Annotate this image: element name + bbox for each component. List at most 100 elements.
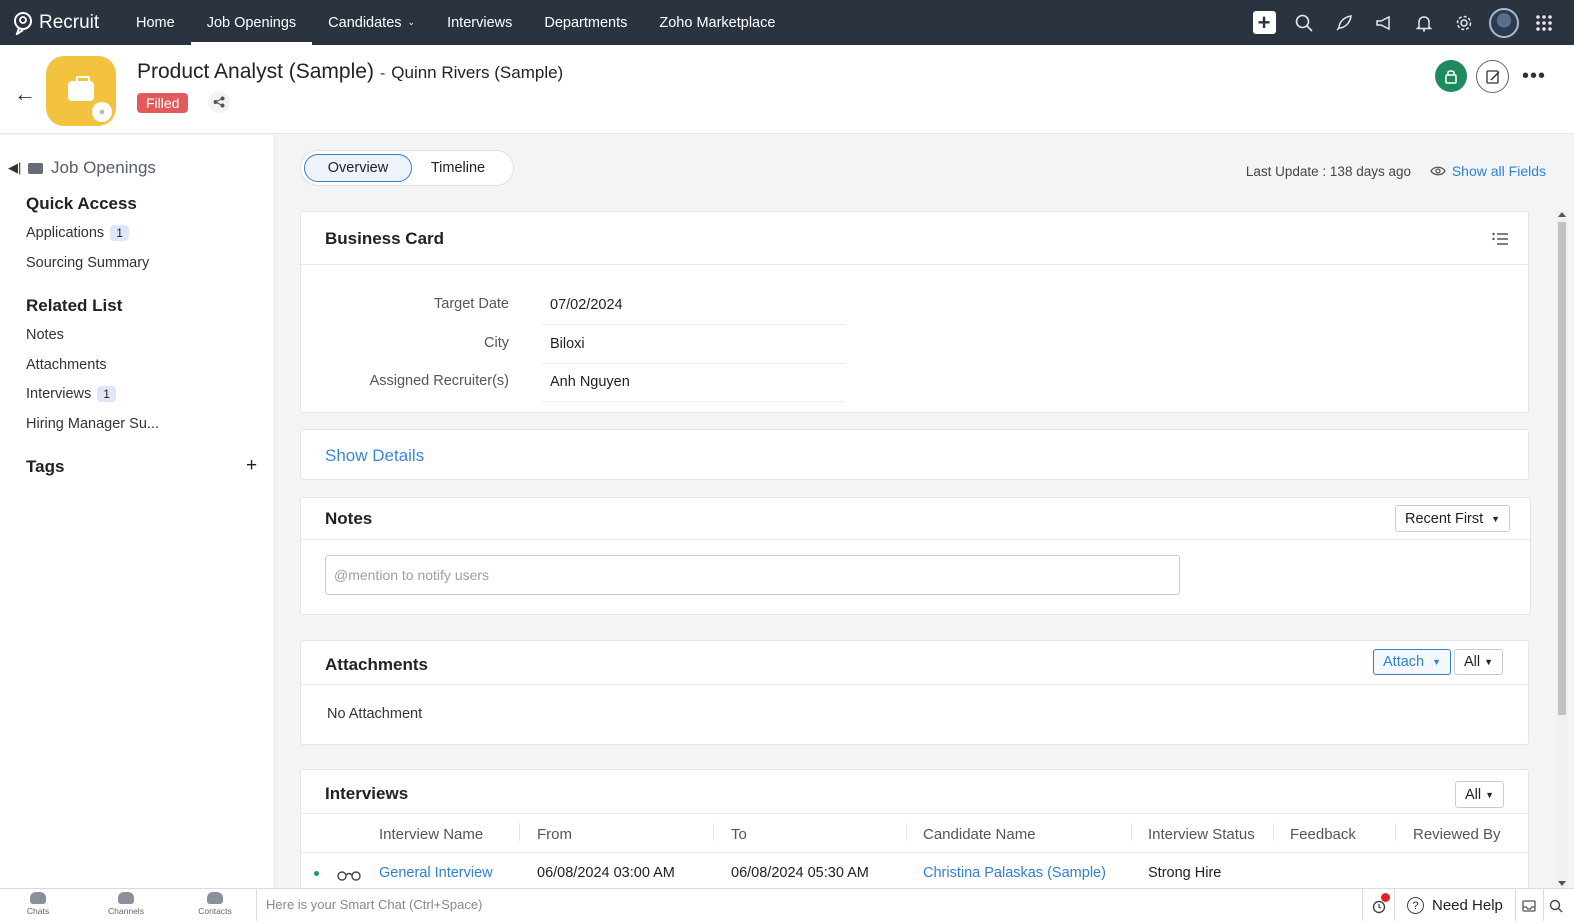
notification-bell-button[interactable] [1363,889,1395,921]
collapse-sidebar-icon[interactable]: ◀| [8,160,21,176]
sidebar-item-applications[interactable]: Applications 1 [26,225,129,241]
column-header-reviewed-by[interactable]: Reviewed By [1413,826,1501,843]
contacts-button[interactable]: Contacts [185,892,245,916]
nav-candidates-label: Candidates [328,14,402,31]
brand-logo[interactable]: Recruit [0,11,120,35]
contacts-icon [207,892,223,904]
channels-icon [118,892,134,904]
last-update-text: Last Update : 138 days ago [1245,164,1411,179]
nav-home[interactable]: Home [120,0,191,45]
sidebar-item-notes[interactable]: Notes [26,327,64,343]
tab-timeline[interactable]: Timeline [412,154,504,182]
nav-zoho-marketplace[interactable]: Zoho Marketplace [643,0,791,45]
sidebar-item-attachments[interactable]: Attachments [26,357,107,373]
field-underline [542,401,846,402]
sidebar-module[interactable]: Job Openings [28,158,156,178]
help-icon: ? [1407,897,1424,914]
top-nav: Recruit Home Job Openings Candidates ⌄ In… [0,0,1574,45]
notes-sort-label: Recent First [1405,510,1484,527]
interviews-filter-select[interactable]: All ▼ [1455,781,1505,808]
notes-card: Notes Recent First ▼ [300,497,1531,615]
notes-input[interactable] [325,555,1180,595]
search-messages-button[interactable] [1544,889,1568,921]
megaphone-icon[interactable] [1364,0,1404,45]
column-divider [519,823,520,841]
field-value[interactable]: Biloxi [550,336,585,352]
nav-departments[interactable]: Departments [528,0,643,45]
lock-icon [1445,70,1457,84]
edit-button[interactable] [1476,60,1509,93]
recruit-logo-icon [14,11,32,35]
business-card-title: Business Card [325,229,445,248]
job-title: Product Analyst (Sample) [137,60,374,83]
scroll-down-arrow[interactable] [1558,881,1566,886]
column-header-interview-status[interactable]: Interview Status [1148,826,1255,843]
vertical-scrollbar[interactable] [1556,210,1568,888]
nav-home-label: Home [136,14,175,31]
quick-access-heading: Quick Access [26,194,137,213]
interview-name-link[interactable]: General Interview [379,865,493,881]
sidebar: ◀| Job Openings Quick Access Application… [0,135,275,888]
attachments-filter-select[interactable]: All ▼ [1454,649,1504,675]
field-underline [542,363,846,364]
back-arrow-icon[interactable]: ← [14,81,36,107]
chats-button[interactable]: Chats [8,892,68,916]
field-value[interactable]: Anh Nguyen [550,374,630,390]
tags-heading: Tags [26,457,65,476]
attach-button[interactable]: Attach ▼ [1373,649,1452,675]
show-all-fields-label: Show all Fields [1451,163,1546,179]
user-avatar[interactable] [1484,0,1524,45]
column-header-feedback[interactable]: Feedback [1290,826,1356,843]
column-header-candidate-name[interactable]: Candidate Name [923,826,1036,843]
gear-icon[interactable] [1444,0,1484,45]
need-help-button[interactable]: ? Need Help [1395,889,1516,921]
chat-icon [30,892,46,904]
column-header-interview-name[interactable]: Interview Name [379,826,483,843]
sidebar-item-label: Interviews [26,386,92,402]
sidebar-module-label: Job Openings [51,158,156,177]
lock-button[interactable] [1435,60,1467,92]
nav-job-openings[interactable]: Job Openings [190,0,313,45]
add-tag-button[interactable]: + [246,455,257,477]
nav-interviews[interactable]: Interviews [431,0,528,45]
chats-label: Chats [26,906,50,916]
card-divider [301,684,1528,685]
tab-overview[interactable]: Overview [304,154,412,182]
notes-sort-select[interactable]: Recent First ▼ [1395,505,1511,532]
candidate-name-link[interactable]: Christina Palaskas (Sample) [923,865,1106,881]
notes-title: Notes [325,509,373,528]
more-options-icon[interactable]: ••• [1522,65,1546,88]
edit-icon [1485,69,1500,84]
column-header-to[interactable]: To [731,826,747,843]
field-label: City [484,335,509,351]
plus-icon[interactable]: + [1244,0,1284,45]
caret-down-icon: ▼ [1432,657,1442,667]
sidebar-item-interviews[interactable]: Interviews 1 [26,386,116,402]
nav-candidates[interactable]: Candidates ⌄ [312,0,431,45]
sidebar-item-sourcing-summary[interactable]: Sourcing Summary [26,255,149,271]
nav-links: Home Job Openings Candidates ⌄ Interviews… [120,0,791,45]
interview-status: Strong Hire [1148,865,1222,881]
channels-button[interactable]: Channels [96,892,156,916]
smart-chat-input[interactable]: Here is your Smart Chat (Ctrl+Space) [266,897,482,912]
list-settings-icon[interactable] [1492,232,1508,251]
unread-dot [1381,893,1390,902]
scroll-up-arrow[interactable] [1558,212,1566,217]
column-header-from[interactable]: From [537,826,572,843]
bell-icon[interactable] [1404,0,1444,45]
search-icon[interactable] [1284,0,1324,45]
count-badge: 1 [110,225,129,241]
status-badge[interactable]: Filled [137,93,189,113]
share-icon[interactable] [208,91,230,113]
inbox-button[interactable] [1516,889,1544,921]
show-details-link[interactable]: Show Details [325,446,424,466]
scroll-thumb[interactable] [1558,222,1566,715]
field-value[interactable]: 07/02/2024 [550,297,623,313]
apps-grid-icon[interactable] [1524,0,1564,45]
business-card: Business Card Target Date 07/02/2024 Cit… [300,211,1529,413]
sidebar-item-hiring-manager-summary[interactable]: Hiring Manager Su... [26,416,159,432]
sidebar-item-label: Notes [26,327,64,343]
count-badge: 1 [97,386,116,402]
show-all-fields-link[interactable]: Show all Fields [1430,163,1546,179]
rocket-icon[interactable] [1324,0,1364,45]
